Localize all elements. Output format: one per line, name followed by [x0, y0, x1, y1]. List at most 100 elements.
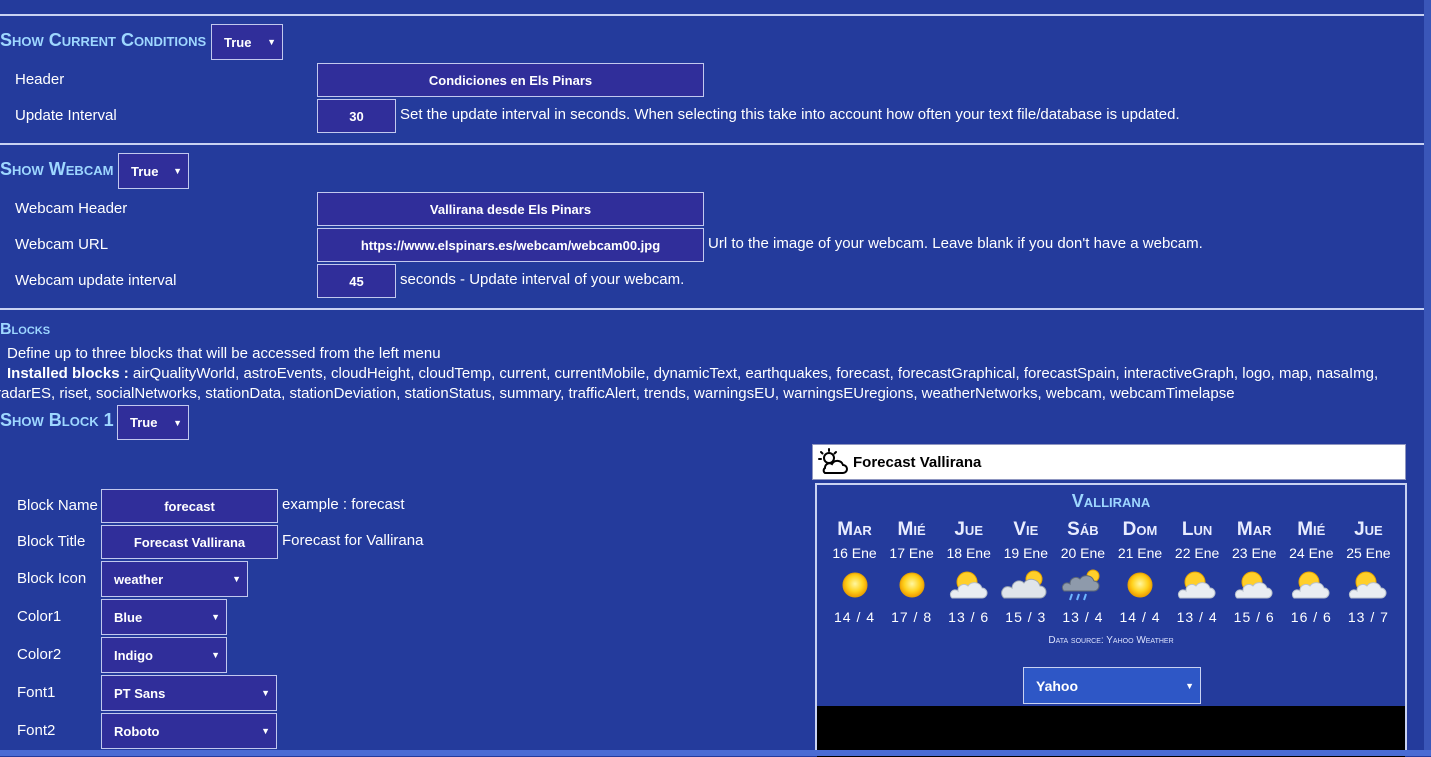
- webcam-header-input[interactable]: Vallirana desde Els Pinars: [317, 192, 704, 226]
- forecast-day-date: 20 Ene: [1060, 545, 1106, 561]
- horizontal-scrollbar[interactable]: [0, 750, 1431, 756]
- vertical-scrollbar[interactable]: [1424, 0, 1431, 756]
- forecast-day-temp: 14 / 4: [1119, 609, 1161, 625]
- forecast-widget-title: Forecast Vallirana: [853, 453, 982, 471]
- block-icon-select[interactable]: weather ▼: [101, 561, 248, 597]
- select-value: PT Sans: [114, 685, 166, 701]
- forecast-day-temp: 13 / 6: [948, 609, 990, 625]
- blocks-description: Define up to three blocks that will be a…: [7, 345, 441, 362]
- forecast-day-temp: 14 / 4: [833, 609, 876, 625]
- update-interval-label: Update Interval: [15, 107, 117, 124]
- select-value: True: [224, 34, 252, 50]
- forecast-day-temp: 13 / 4: [1062, 609, 1104, 625]
- forecast-provider-select[interactable]: Yahoo ▼: [1023, 667, 1201, 704]
- webcam-url-label: Webcam URL: [15, 236, 109, 253]
- block-title-hint: Forecast for Vallirana: [282, 532, 424, 549]
- webcam-interval-input[interactable]: 45: [317, 264, 396, 298]
- forecast-day-date: 22 Ene: [1174, 545, 1220, 561]
- select-value: Roboto: [114, 723, 160, 739]
- forecast-day-name: Vie: [1013, 519, 1039, 540]
- sun-cloud-icon: [940, 567, 997, 603]
- select-value: True: [131, 163, 159, 179]
- sun-icon: [883, 567, 940, 603]
- current-conditions-title: Show Current Conditions: [0, 30, 207, 50]
- cloud-sun-icon: [817, 448, 849, 476]
- forecast-day: Mar 16 Ene 14 / 4: [826, 519, 883, 625]
- forecast-day-date: 17 Ene: [889, 545, 934, 561]
- forecast-day-name: Mar: [837, 519, 872, 540]
- divider: [0, 308, 1424, 310]
- top-divider: [0, 14, 1424, 16]
- installed-blocks-line2: radarES, riset, socialNetworks, stationD…: [0, 385, 1235, 402]
- chevron-down-icon: ▼: [232, 574, 241, 584]
- header-input[interactable]: Condiciones en Els Pinars: [317, 63, 704, 97]
- sun-icon: [826, 567, 883, 603]
- color1-label: Color1: [17, 608, 62, 625]
- forecast-day-name: Mié: [897, 519, 926, 540]
- forecast-day-name: Jue: [954, 519, 983, 540]
- forecast-day-temp: 16 / 6: [1290, 609, 1332, 625]
- sun-cloud-icon: [1169, 567, 1226, 603]
- webcam-url-hint: Url to the image of your webcam. Leave b…: [708, 235, 1203, 252]
- forecast-day-name: Lun: [1181, 519, 1213, 540]
- installed-blocks-label: Installed blocks :: [7, 365, 129, 382]
- select-value: weather: [114, 571, 164, 587]
- sun-cloud-icon: [1226, 567, 1283, 603]
- forecast-day: Mié 17 Ene 17 / 8: [883, 519, 940, 625]
- forecast-day-name: Dom: [1122, 519, 1158, 540]
- color2-select[interactable]: Indigo ▼: [101, 637, 227, 673]
- chevron-down-icon: ▼: [211, 612, 220, 622]
- forecast-day-temp: 15 / 3: [1005, 609, 1047, 625]
- forecast-day: Jue 18 Ene 13 / 6: [940, 519, 997, 625]
- font2-select[interactable]: Roboto ▼: [101, 713, 277, 749]
- chevron-down-icon: ▼: [211, 650, 220, 660]
- header-label: Header: [15, 71, 65, 88]
- forecast-day-date: 16 Ene: [832, 545, 877, 561]
- select-value: Yahoo: [1036, 677, 1079, 694]
- font1-label: Font1: [17, 684, 56, 701]
- font1-select[interactable]: PT Sans ▼: [101, 675, 277, 711]
- forecast-day-date: 25 Ene: [1346, 545, 1391, 561]
- forecast-source: Data source: Yahoo Weather: [1048, 635, 1174, 646]
- current-conditions-select[interactable]: True ▼: [211, 24, 283, 60]
- color1-select[interactable]: Blue ▼: [101, 599, 227, 635]
- forecast-day-name: Sáb: [1067, 519, 1099, 540]
- installed-blocks-list: airQualityWorld, astroEvents, cloudHeigh…: [128, 365, 1379, 382]
- block-title-input[interactable]: Forecast Vallirana: [101, 525, 278, 559]
- chevron-down-icon: ▼: [261, 688, 270, 698]
- forecast-day-temp: 17 / 8: [891, 609, 933, 625]
- rain-cloud-icon: [1054, 567, 1111, 603]
- font2-label: Font2: [17, 722, 56, 739]
- sun-icon: [1112, 567, 1169, 603]
- update-interval-input[interactable]: 30: [317, 99, 396, 133]
- webcam-url-input[interactable]: https://www.elspinars.es/webcam/webcam00…: [317, 228, 704, 262]
- forecast-day: Jue 25 Ene 13 / 7: [1340, 519, 1397, 625]
- select-value: Blue: [114, 609, 143, 625]
- forecast-city: Vallirana: [1071, 491, 1151, 511]
- block-name-label: Block Name: [17, 497, 98, 514]
- block-icon-label: Block Icon: [17, 570, 87, 587]
- forecast-day: Mar 23 Ene 15 / 6: [1226, 519, 1283, 625]
- block-name-input[interactable]: forecast: [101, 489, 278, 523]
- forecast-day: Mié 24 Ene 16 / 6: [1283, 519, 1340, 625]
- forecast-day-temp: 15 / 6: [1233, 609, 1275, 625]
- chevron-down-icon: ▼: [173, 417, 182, 428]
- forecast-day-name: Jue: [1354, 519, 1383, 540]
- forecast-day-date: 18 Ene: [946, 545, 991, 561]
- webcam-select[interactable]: True ▼: [118, 153, 189, 189]
- forecast-widget-header: Forecast Vallirana: [812, 444, 1406, 480]
- select-value: Indigo: [114, 647, 153, 663]
- chevron-down-icon: ▼: [267, 37, 276, 47]
- webcam-header-label: Webcam Header: [15, 200, 128, 217]
- forecast-day-date: 21 Ene: [1117, 545, 1163, 561]
- forecast-day-date: 19 Ene: [1003, 545, 1048, 561]
- forecast-day-date: 23 Ene: [1232, 545, 1277, 561]
- chevron-down-icon: ▼: [1185, 680, 1194, 691]
- forecast-day-temp: 13 / 4: [1176, 609, 1218, 625]
- select-value: True: [130, 415, 158, 430]
- chevron-down-icon: ▼: [173, 166, 182, 176]
- forecast-day-name: Mié: [1297, 519, 1326, 540]
- forecast-day-name: Mar: [1236, 519, 1272, 540]
- block-name-hint: example : forecast: [282, 496, 405, 513]
- block1-select[interactable]: True ▼: [117, 405, 189, 440]
